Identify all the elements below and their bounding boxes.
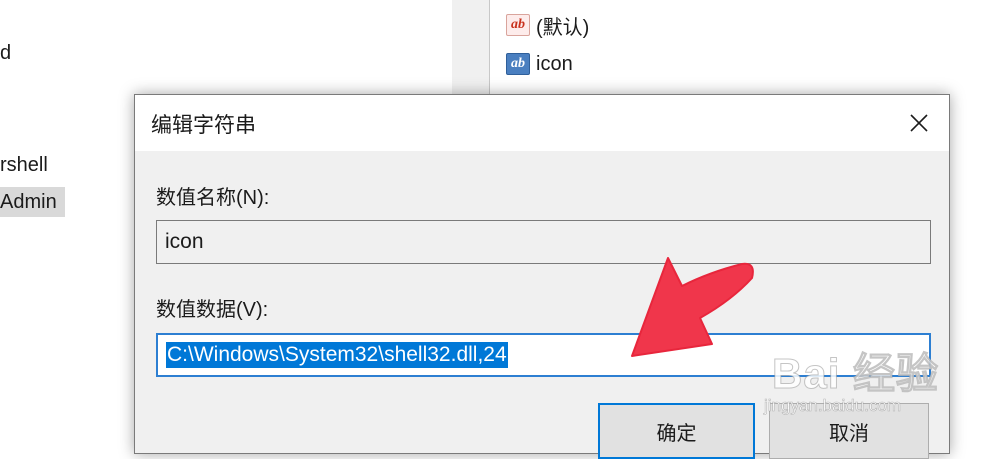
ok-button[interactable]: 确定	[598, 403, 755, 459]
value-row-default[interactable]: ab (默认)	[506, 10, 589, 40]
string-value-icon: ab	[506, 53, 530, 75]
close-icon	[910, 114, 928, 132]
value-name-text: icon	[165, 230, 204, 253]
value-row-label: icon	[536, 52, 573, 75]
value-data-input[interactable]: C:\Windows\System32\shell32.dll,24	[156, 333, 931, 377]
value-data-label: 数值数据(V):	[156, 299, 269, 321]
string-value-icon: ab	[506, 14, 530, 36]
tree-item[interactable]: rshell	[0, 150, 48, 180]
value-name-label: 数值名称(N):	[156, 187, 270, 209]
edit-string-dialog: 编辑字符串 数值名称(N): icon 数值数据(V): C:\Windows\…	[134, 94, 950, 459]
tree-item-selected[interactable]: Admin	[0, 187, 65, 217]
close-button[interactable]	[889, 95, 949, 151]
value-row-label: (默认)	[536, 16, 590, 39]
dialog-title: 编辑字符串	[151, 114, 256, 137]
value-row-icon[interactable]: ab icon	[506, 49, 573, 79]
value-data-text: C:\Windows\System32\shell32.dll,24	[166, 342, 508, 368]
cancel-button[interactable]: 取消	[769, 403, 929, 459]
dialog-titlebar[interactable]: 编辑字符串	[135, 95, 949, 151]
value-name-field: icon	[156, 220, 931, 264]
tree-item[interactable]: d	[0, 38, 11, 68]
